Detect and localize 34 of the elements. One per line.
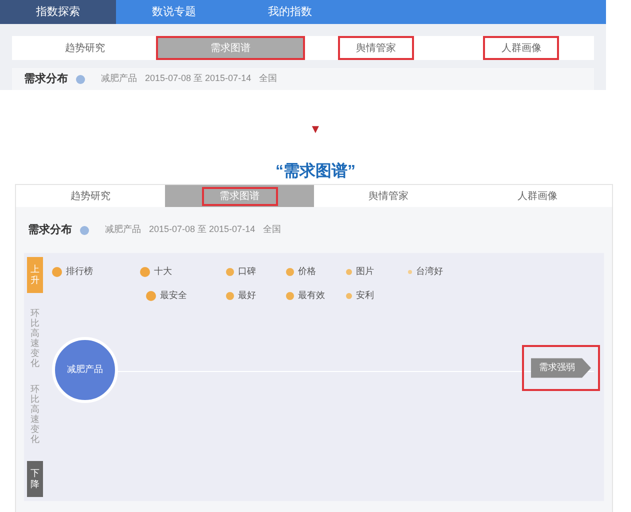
tab[interactable]: 趋势研究 <box>54 188 126 204</box>
keyword-text: 减肥产品 <box>101 72 137 86</box>
keyword-tag[interactable]: 最有效 <box>286 289 325 302</box>
keyword-tag[interactable]: 最安全 <box>146 289 187 302</box>
keyword-tag[interactable]: 价格 <box>286 265 316 278</box>
nav-tab[interactable]: 数说专题 <box>116 0 232 24</box>
caption: “需求图谱” <box>274 162 356 182</box>
axis-label: 环比高速变化 <box>30 309 40 369</box>
nav-tab[interactable]: 指数探索 <box>0 0 116 24</box>
section-title: 需求分布 <box>28 222 72 238</box>
keyword-tag[interactable]: 十大 <box>140 265 172 278</box>
keyword-tag[interactable]: 台湾好 <box>408 265 443 278</box>
keyword-tag[interactable]: 排行榜 <box>52 265 93 278</box>
tab[interactable]: 趋势研究 <box>48 38 121 58</box>
tab[interactable]: 舆情管家 <box>340 38 412 58</box>
info-icon <box>76 74 85 84</box>
region-text: 全国 <box>259 72 278 86</box>
keyword-tag[interactable]: 口碑 <box>226 265 256 278</box>
axis-label: 环比高速变化 <box>30 385 40 445</box>
tab[interactable]: 人群画像 <box>502 188 574 204</box>
keyword-tag[interactable]: 图片 <box>346 265 374 278</box>
strength-button[interactable]: 需求强弱 <box>524 347 598 389</box>
keyword-tag[interactable]: 安利 <box>346 289 374 302</box>
section-title: 需求分布 <box>24 72 68 87</box>
down-arrow: ▼ <box>308 121 322 138</box>
nav-tab[interactable]: 我的指数 <box>232 0 348 24</box>
tab[interactable]: 人群画像 <box>485 38 558 58</box>
region-text: 全国 <box>263 223 282 236</box>
tab[interactable]: 舆情管家 <box>352 188 424 204</box>
info-icon <box>80 226 89 234</box>
date-range: 2015-07-08 至 2015-07-14 <box>149 223 256 236</box>
date-range: 2015-07-08 至 2015-07-14 <box>145 72 252 86</box>
keyword-tag[interactable]: 最好 <box>226 289 256 302</box>
keyword-text: 减肥产品 <box>105 223 141 236</box>
